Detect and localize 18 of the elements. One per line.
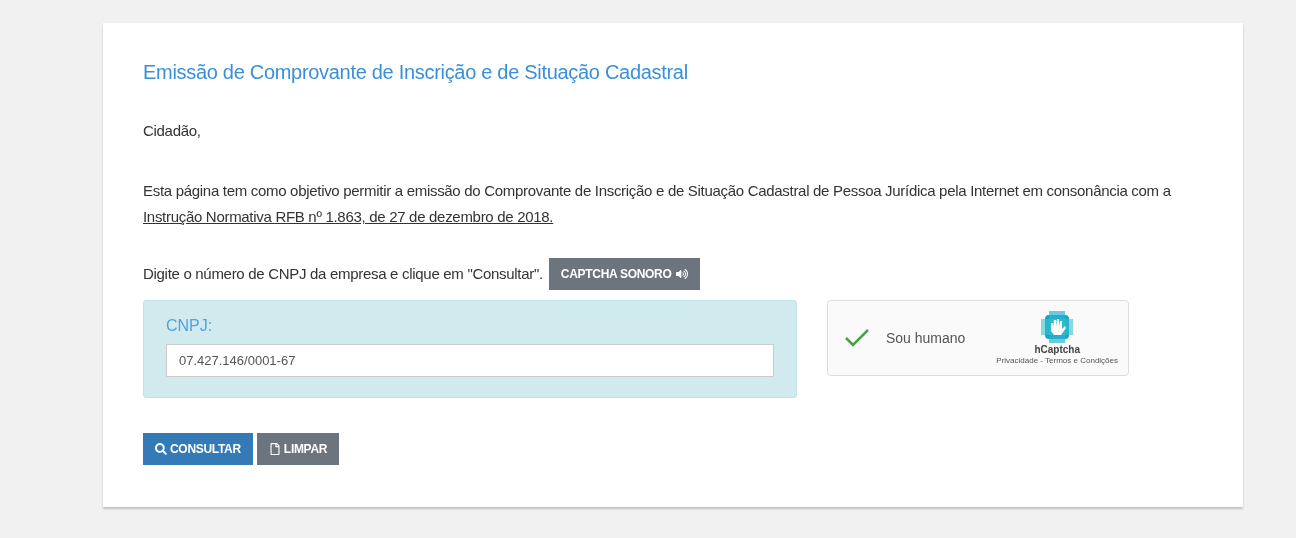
intro-paragraph: Esta página tem como objetivo permitir a emissão do Comprovante de Inscrição e de Situação Cadastral de Pessoa Jurídica pela Internet em consonância com a Instrução Normativa RFB nº 1.863, de 27 de dezembro de 2018. — [143, 181, 1172, 227]
search-button[interactable]: CONSULTAR — [143, 433, 253, 465]
speaker-icon — [675, 268, 688, 280]
greeting-text: Cidadão, — [143, 121, 202, 141]
cnpj-field[interactable]: 07.427.146/0001-67 — [166, 344, 774, 377]
clear-button[interactable]: LIMPAR — [256, 433, 340, 465]
search-icon — [155, 443, 167, 455]
brand-name: hCaptcha — [1034, 344, 1080, 355]
privacy-terms-links[interactable]: Privacidade - Termos e Condições — [996, 356, 1118, 365]
hand-logo-icon — [1041, 311, 1074, 343]
regulation-link[interactable]: Instrução Normativa RFB nº 1.863, de 27 de dezembro de 2018. — [143, 208, 554, 225]
instruction-text: Digite o número de CNPJ da empresa e clique em "Consultar". — [143, 264, 543, 284]
captcha-label: Sou humano — [886, 330, 967, 346]
audio-captcha-button[interactable]: CAPTCHA SONORO — [548, 258, 700, 290]
checkmark-icon[interactable] — [844, 327, 870, 349]
cnpj-label: CNPJ: — [166, 317, 214, 335]
file-icon — [268, 443, 281, 455]
page-title: Emissão de Comprovante de Inscrição e de Situação Cadastral — [143, 61, 689, 84]
